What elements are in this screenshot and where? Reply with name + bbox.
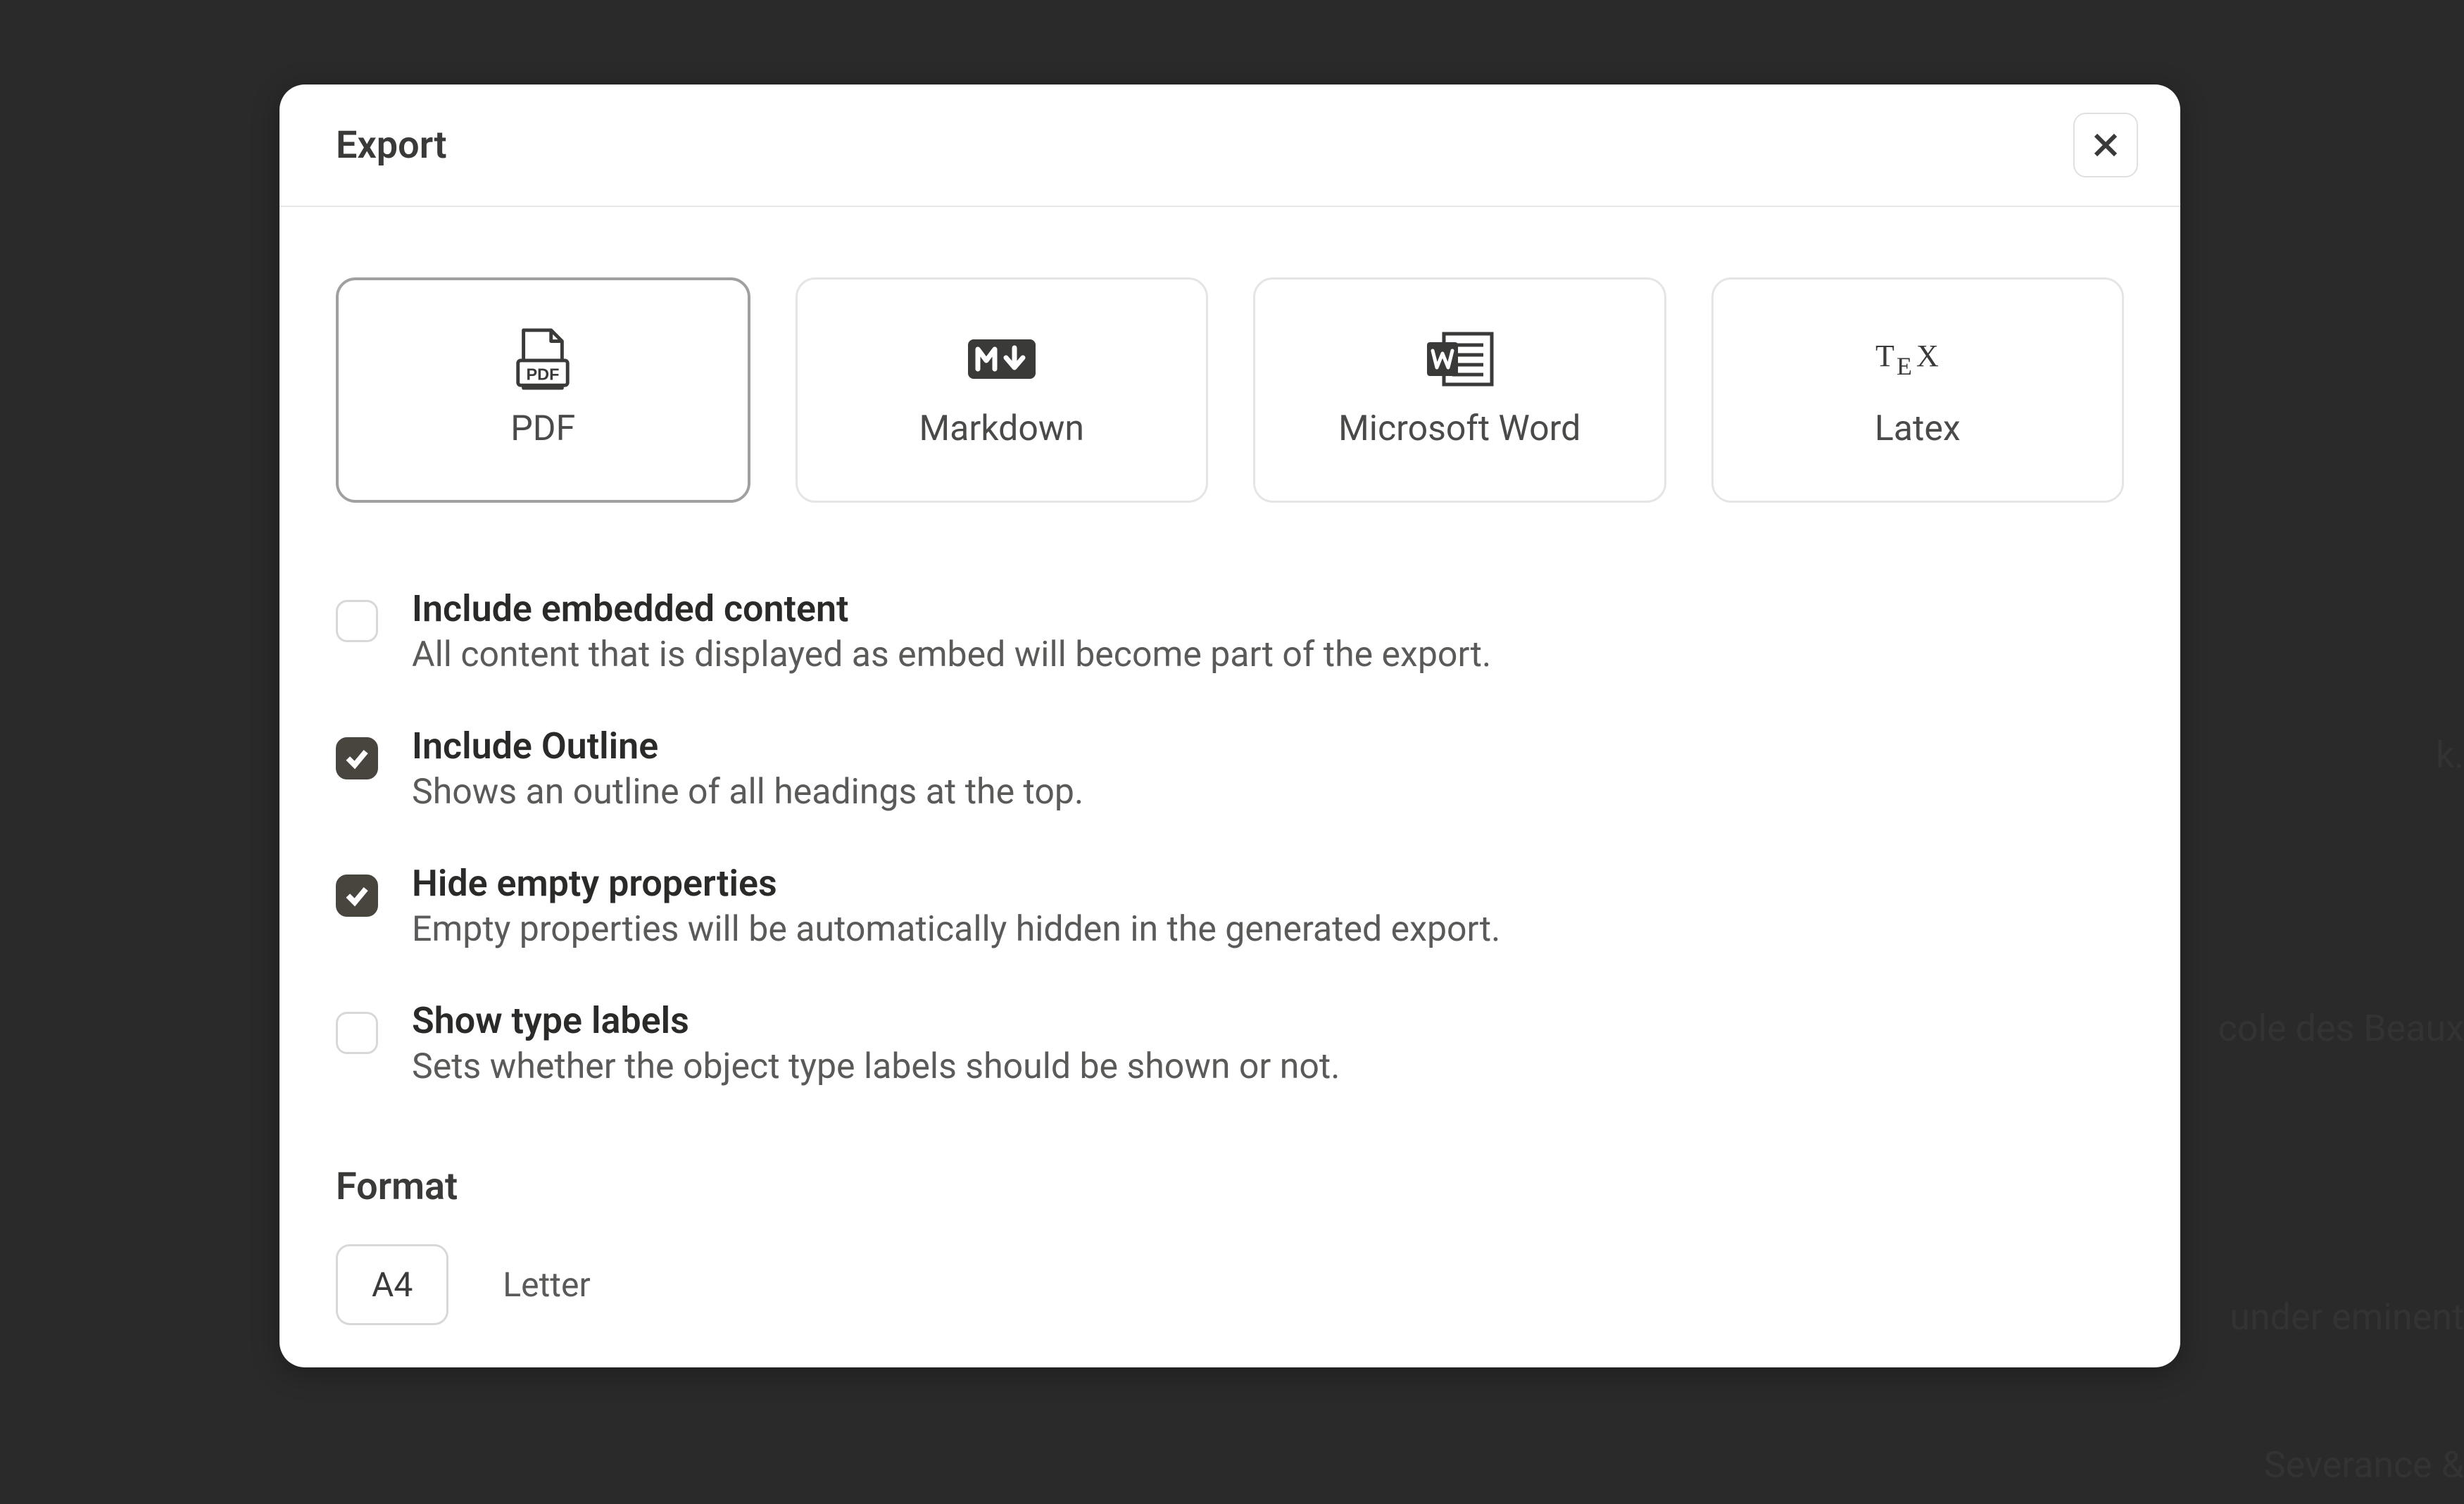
- background-text-fragment: Severance &: [2264, 1443, 2464, 1486]
- export-format-grid: PDF PDF Markdown: [336, 277, 2124, 503]
- option-desc: Empty properties will be automatically h…: [412, 909, 1500, 950]
- options-list: Include embedded content All content tha…: [336, 587, 2124, 1087]
- option-include-outline: Include Outline Shows an outline of all …: [336, 725, 2124, 813]
- export-dialog: Export PDF PDF: [279, 84, 2180, 1367]
- page-format-section: Format A4 Letter: [336, 1165, 2124, 1325]
- check-icon: [344, 882, 370, 909]
- option-title: Hide empty properties: [412, 862, 1500, 905]
- page-format-letter[interactable]: Letter: [467, 1244, 626, 1325]
- background-text-fragment: k.: [2436, 734, 2464, 777]
- format-card-word[interactable]: Microsoft Word: [1253, 277, 1666, 503]
- option-title: Show type labels: [412, 999, 1340, 1042]
- page-format-a4[interactable]: A4: [336, 1244, 448, 1325]
- page-format-title: Format: [336, 1165, 2124, 1209]
- option-title: Include embedded content: [412, 587, 1491, 630]
- svg-text:X: X: [1916, 339, 1939, 373]
- format-label: Markdown: [919, 408, 1084, 449]
- dialog-body: PDF PDF Markdown: [279, 207, 2180, 1367]
- option-desc: All content that is displayed as embed w…: [412, 634, 1491, 675]
- format-label: Microsoft Word: [1338, 408, 1580, 449]
- option-text: Show type labels Sets whether the object…: [412, 999, 1340, 1087]
- format-card-markdown[interactable]: Markdown: [796, 277, 1209, 503]
- checkbox-show-type-labels[interactable]: [336, 1012, 378, 1054]
- option-text: Include embedded content All content tha…: [412, 587, 1491, 675]
- option-desc: Sets whether the object type labels shou…: [412, 1046, 1340, 1087]
- option-desc: Shows an outline of all headings at the …: [412, 772, 1083, 813]
- svg-text:T: T: [1875, 339, 1894, 373]
- option-hide-empty: Hide empty properties Empty properties w…: [336, 862, 2124, 950]
- background-text-fragment: cole des Beaux: [2218, 1007, 2464, 1050]
- format-card-pdf[interactable]: PDF PDF: [336, 277, 750, 503]
- latex-icon: T E X: [1875, 331, 1960, 387]
- checkbox-hide-empty[interactable]: [336, 875, 378, 917]
- option-title: Include Outline: [412, 725, 1083, 767]
- format-label: Latex: [1875, 408, 1961, 449]
- pdf-icon: PDF: [515, 331, 571, 387]
- close-button[interactable]: [2073, 113, 2138, 177]
- word-icon: [1424, 331, 1495, 387]
- page-format-row: A4 Letter: [336, 1244, 2124, 1325]
- svg-text:E: E: [1897, 352, 1912, 380]
- option-text: Hide empty properties Empty properties w…: [412, 862, 1500, 950]
- option-text: Include Outline Shows an outline of all …: [412, 725, 1083, 813]
- svg-text:PDF: PDF: [527, 365, 560, 383]
- close-icon: [2089, 128, 2123, 162]
- checkbox-include-embedded[interactable]: [336, 600, 378, 642]
- option-include-embedded: Include embedded content All content tha…: [336, 587, 2124, 675]
- format-card-latex[interactable]: T E X Latex: [1711, 277, 2125, 503]
- option-show-type-labels: Show type labels Sets whether the object…: [336, 999, 2124, 1087]
- check-icon: [344, 745, 370, 772]
- background-text-fragment: under eminent: [2230, 1296, 2464, 1339]
- dialog-title: Export: [336, 123, 447, 168]
- checkbox-include-outline[interactable]: [336, 737, 378, 779]
- dialog-header: Export: [279, 84, 2180, 207]
- format-label: PDF: [510, 408, 575, 449]
- markdown-icon: [967, 331, 1037, 387]
